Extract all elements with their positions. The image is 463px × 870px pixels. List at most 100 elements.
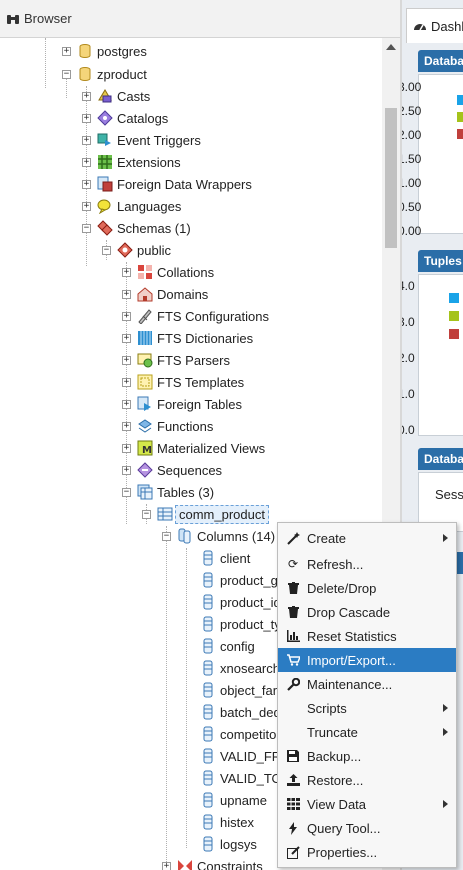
expand-toggle[interactable]: +	[122, 421, 131, 431]
scroll-up-arrow-icon[interactable]	[386, 44, 396, 50]
menu-item-query-tool[interactable]: Query Tool...	[278, 816, 456, 840]
expand-toggle[interactable]: +	[82, 201, 91, 211]
database-icon	[79, 67, 91, 82]
menu-item-view-data[interactable]: View Data	[278, 792, 456, 816]
tree-node-foreign-tables[interactable]: + Foreign Tables	[122, 393, 242, 415]
tree-node-materialized-views[interactable]: + M Materialized Views	[122, 437, 265, 459]
collapse-toggle[interactable]: −	[142, 509, 151, 519]
tree-node-column[interactable]: config	[200, 635, 255, 657]
tree-node-column[interactable]: batch_ded	[200, 701, 281, 723]
tree-node-fts-configurations[interactable]: + FTS Configurations	[122, 305, 269, 327]
tree-node-column[interactable]: upname	[200, 789, 267, 811]
tree-node-columns[interactable]: − Columns (14)	[162, 525, 275, 547]
tree-node-column[interactable]: logsys	[200, 833, 257, 855]
menu-item-delete-drop[interactable]: Delete/Drop	[278, 576, 456, 600]
menu-item-restore[interactable]: Restore...	[278, 768, 456, 792]
tree-node-functions[interactable]: + Functions	[122, 415, 213, 437]
language-icon	[97, 199, 111, 214]
sessions-tab[interactable]: Sess	[435, 487, 463, 502]
expand-toggle[interactable]: +	[82, 135, 91, 145]
chart-card	[418, 274, 463, 436]
expand-toggle[interactable]: +	[122, 399, 131, 409]
expand-toggle[interactable]: +	[82, 157, 91, 167]
tree-node-column[interactable]: histex	[200, 811, 254, 833]
tree-node-tables[interactable]: − Tables (3)	[122, 481, 214, 503]
tree-node-catalogs[interactable]: + Catalogs	[82, 107, 168, 129]
menu-item-reset-statistics[interactable]: Reset Statistics	[278, 624, 456, 648]
submenu-arrow-icon	[443, 728, 448, 736]
collapse-toggle[interactable]: −	[102, 245, 111, 255]
tree-node-comm-product[interactable]: − comm_product	[142, 503, 269, 525]
tree-node-extensions[interactable]: + Extensions	[82, 151, 181, 173]
expand-toggle[interactable]: +	[122, 333, 131, 343]
menu-item-refresh[interactable]: ⟳ Refresh...	[278, 552, 456, 576]
tree-node-column[interactable]: client	[200, 547, 250, 569]
expand-toggle[interactable]: +	[122, 377, 131, 387]
column-icon	[203, 726, 213, 742]
tree-node-postgres[interactable]: + postgres	[62, 40, 147, 62]
tree-node-domains[interactable]: + Domains	[122, 283, 208, 305]
y-tick: 2.00	[402, 128, 422, 142]
expand-toggle[interactable]: +	[82, 91, 91, 101]
column-icon	[203, 836, 213, 852]
tree-node-column[interactable]: competitor	[200, 723, 281, 745]
menu-item-scripts[interactable]: Scripts	[278, 696, 456, 720]
expand-toggle[interactable]: +	[62, 46, 71, 56]
tree-node-zproduct[interactable]: − zproduct	[62, 63, 147, 85]
tree-node-public[interactable]: − public	[102, 239, 171, 261]
menu-item-backup[interactable]: Backup...	[278, 744, 456, 768]
menu-item-properties[interactable]: Properties...	[278, 840, 456, 864]
expand-toggle[interactable]: +	[122, 311, 131, 321]
tree-node-label: Constraints	[197, 858, 263, 870]
menu-item-label: Create	[307, 530, 347, 546]
tree-node-fts-templates[interactable]: + FTS Templates	[122, 371, 244, 393]
tree-node-column[interactable]: VALID_FR	[200, 745, 281, 767]
expand-toggle[interactable]: +	[82, 179, 91, 189]
tree-node-languages[interactable]: + Languages	[82, 195, 181, 217]
expand-toggle[interactable]: +	[122, 267, 131, 277]
tree-node-label: Extensions	[117, 154, 181, 170]
tree-node-label: competitor	[220, 726, 281, 742]
menu-item-maintenance[interactable]: Maintenance...	[278, 672, 456, 696]
menu-item-import-export[interactable]: Import/Export...	[278, 648, 456, 672]
menu-item-truncate[interactable]: Truncate	[278, 720, 456, 744]
tree-node-label: Catalogs	[117, 110, 169, 126]
tree-node-foreign-data-wrappers[interactable]: + Foreign Data Wrappers	[82, 173, 252, 195]
cart-icon	[286, 653, 300, 667]
menu-item-create[interactable]: Create	[278, 526, 456, 550]
menu-item-drop-cascade[interactable]: Drop Cascade	[278, 600, 456, 624]
y-tick: 1.00	[402, 176, 422, 190]
tree-node-fts-parsers[interactable]: + FTS Parsers	[122, 349, 230, 371]
schema-icon	[117, 242, 133, 258]
tree-node-schemas[interactable]: − Schemas (1)	[82, 217, 191, 239]
scrollbar-thumb[interactable]	[385, 108, 397, 248]
tree-node-label: Collations	[157, 264, 215, 280]
tree-node-event-triggers[interactable]: + Event Triggers	[82, 129, 201, 151]
collapse-toggle[interactable]: −	[162, 531, 171, 541]
expand-toggle[interactable]: +	[122, 465, 131, 475]
expand-toggle[interactable]: +	[82, 113, 91, 123]
tree-node-column[interactable]: product_g	[200, 569, 278, 591]
tree-node-collations[interactable]: + Collations	[122, 261, 214, 283]
tree-node-column[interactable]: object_far	[200, 679, 277, 701]
expand-toggle[interactable]: +	[162, 861, 171, 870]
column-icon	[203, 550, 213, 566]
tree-node-constraints[interactable]: + Constraints	[162, 855, 263, 870]
expand-toggle[interactable]: +	[122, 355, 131, 365]
tree-node-sequences[interactable]: + Sequences	[122, 459, 222, 481]
tab-dashboard[interactable]: Dashb	[406, 8, 463, 43]
tree-node-casts[interactable]: + Casts	[82, 85, 150, 107]
collapse-toggle[interactable]: −	[62, 69, 71, 79]
casts-icon	[98, 89, 112, 103]
domain-icon	[137, 287, 153, 302]
collapse-toggle[interactable]: −	[122, 487, 131, 497]
tree-node-column[interactable]: xnosearch	[200, 657, 280, 679]
collapse-toggle[interactable]: −	[82, 223, 91, 233]
tree-node-column[interactable]: product_ty	[200, 613, 281, 635]
expand-toggle[interactable]: +	[122, 289, 131, 299]
tree-node-column[interactable]: VALID_TO	[200, 767, 282, 789]
tree-node-fts-dictionaries[interactable]: + FTS Dictionaries	[122, 327, 253, 349]
tree-node-column[interactable]: product_id	[200, 591, 281, 613]
grid-icon	[286, 797, 300, 811]
expand-toggle[interactable]: +	[122, 443, 131, 453]
